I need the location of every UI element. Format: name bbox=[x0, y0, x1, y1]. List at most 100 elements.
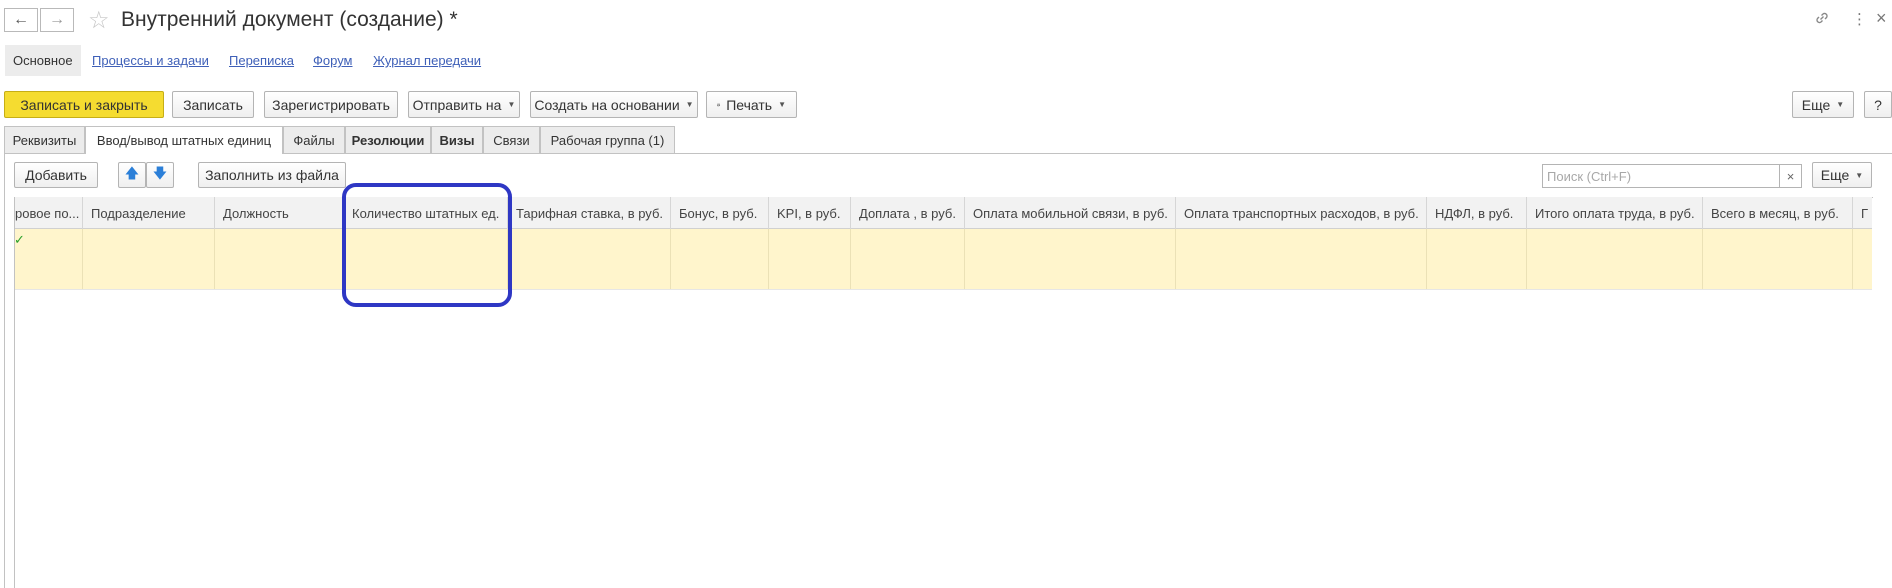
table-cell[interactable] bbox=[15, 229, 83, 289]
tab-separator bbox=[4, 153, 1892, 154]
table-cell[interactable] bbox=[215, 229, 344, 289]
row-separator bbox=[15, 289, 1872, 290]
print-label: Печать bbox=[726, 96, 773, 113]
dropdown-caret-icon: ▼ bbox=[685, 100, 694, 109]
tab-work-group[interactable]: Рабочая группа (1) bbox=[540, 126, 675, 153]
fill-from-file-label: Заполнить из файла bbox=[205, 167, 339, 183]
column-header[interactable]: Бонус, в руб. bbox=[671, 197, 769, 229]
add-label: Добавить bbox=[25, 167, 87, 183]
printer-icon bbox=[717, 103, 720, 106]
table-cell[interactable] bbox=[1527, 229, 1703, 289]
clear-search-button[interactable]: × bbox=[1780, 164, 1802, 188]
column-label: ровое по... bbox=[15, 205, 80, 221]
table-cell[interactable] bbox=[508, 229, 671, 289]
table-cell[interactable] bbox=[851, 229, 965, 289]
panel-border bbox=[4, 153, 5, 588]
column-header[interactable]: Г bbox=[1853, 197, 1872, 229]
dropdown-caret-icon: ▼ bbox=[507, 100, 516, 109]
move-down-button[interactable]: 🡇 bbox=[146, 162, 174, 188]
table-cell[interactable] bbox=[1703, 229, 1853, 289]
section-transfer-log[interactable]: Журнал передачи bbox=[373, 53, 481, 68]
save-label: Записать bbox=[183, 96, 243, 113]
column-header[interactable]: НДФЛ, в руб. bbox=[1427, 197, 1527, 229]
table-more-button[interactable]: Еще ▼ bbox=[1812, 162, 1872, 188]
section-main[interactable]: Основное bbox=[5, 45, 81, 76]
column-header[interactable]: Тарифная ставка, в руб. bbox=[508, 197, 671, 229]
link-icon[interactable] bbox=[1814, 10, 1830, 30]
section-forum[interactable]: Форум bbox=[313, 53, 353, 68]
tab-label: Связи bbox=[493, 132, 530, 148]
column-header[interactable]: Итого оплата труда, в руб. bbox=[1527, 197, 1703, 229]
tab-links[interactable]: Связи bbox=[483, 126, 540, 153]
register-button[interactable]: Зарегистрировать bbox=[264, 91, 398, 118]
table-cell[interactable] bbox=[1853, 229, 1872, 289]
column-label: Должность bbox=[223, 205, 289, 221]
create-based-on-button[interactable]: Создать на основании ▼ bbox=[530, 91, 698, 118]
table-cell[interactable] bbox=[769, 229, 851, 289]
tab-resolutions[interactable]: Резолюции bbox=[345, 126, 431, 153]
send-to-button[interactable]: Отправить на ▼ bbox=[408, 91, 520, 118]
column-label: Бонус, в руб. bbox=[679, 205, 758, 221]
column-header[interactable]: ровое по... bbox=[15, 197, 83, 229]
column-label: НДФЛ, в руб. bbox=[1435, 205, 1514, 221]
close-icon[interactable]: × bbox=[1876, 8, 1887, 29]
column-header[interactable]: Подразделение bbox=[83, 197, 215, 229]
tab-visas[interactable]: Визы bbox=[431, 126, 483, 153]
favorite-star-icon[interactable]: ☆ bbox=[88, 6, 110, 35]
tab-label: Реквизиты bbox=[12, 132, 77, 148]
column-header[interactable]: KPI, в руб. bbox=[769, 197, 851, 229]
help-label: ? bbox=[1874, 96, 1882, 113]
tab-files[interactable]: Файлы bbox=[283, 126, 345, 153]
arrow-right-icon: → bbox=[49, 11, 65, 28]
row-checkmark-icon: ✓ bbox=[14, 232, 25, 247]
table-cell[interactable] bbox=[344, 229, 508, 289]
move-up-button[interactable]: 🡅 bbox=[118, 162, 146, 188]
help-button[interactable]: ? bbox=[1864, 91, 1892, 118]
more-button[interactable]: Еще ▼ bbox=[1792, 91, 1854, 118]
column-label: Доплата , в руб. bbox=[859, 205, 956, 221]
column-label: Оплата транспортных расходов, в руб. bbox=[1184, 205, 1419, 221]
tab-staff-units[interactable]: Ввод/вывод штатных единиц bbox=[85, 126, 283, 154]
column-header[interactable]: Доплата , в руб. bbox=[851, 197, 965, 229]
column-header[interactable]: Должность bbox=[215, 197, 344, 229]
arrow-down-icon: 🡇 bbox=[152, 165, 168, 181]
search-input[interactable] bbox=[1542, 164, 1780, 188]
dropdown-caret-icon: ▼ bbox=[778, 100, 786, 109]
table-cell[interactable] bbox=[965, 229, 1176, 289]
column-label: KPI, в руб. bbox=[777, 205, 841, 221]
tab-label: Рабочая группа (1) bbox=[550, 132, 665, 148]
column-header[interactable]: Оплата транспортных расходов, в руб. bbox=[1176, 197, 1427, 229]
table-cell[interactable] bbox=[671, 229, 769, 289]
column-header[interactable]: Всего в месяц, в руб. bbox=[1703, 197, 1853, 229]
save-and-close-label: Записать и закрыть bbox=[20, 96, 148, 113]
page-title: Внутренний документ (создание) * bbox=[121, 8, 458, 31]
section-correspondence[interactable]: Переписка bbox=[229, 53, 294, 68]
table-cell[interactable] bbox=[1427, 229, 1527, 289]
column-header[interactable]: Оплата мобильной связи, в руб. bbox=[965, 197, 1176, 229]
table-cell[interactable] bbox=[1176, 229, 1427, 289]
add-button[interactable]: Добавить bbox=[14, 162, 98, 188]
create-based-on-label: Создать на основании bbox=[534, 96, 680, 113]
section-processes[interactable]: Процессы и задачи bbox=[92, 53, 209, 68]
arrow-up-icon: 🡅 bbox=[124, 165, 140, 181]
more-actions-icon[interactable]: ⋮ bbox=[1852, 10, 1867, 28]
column-label: Итого оплата труда, в руб. bbox=[1535, 205, 1695, 221]
forward-button[interactable]: → bbox=[40, 8, 74, 32]
dropdown-caret-icon: ▼ bbox=[1855, 170, 1864, 180]
table-more-label: Еще bbox=[1820, 167, 1850, 183]
column-label: Подразделение bbox=[91, 205, 186, 221]
column-label: Всего в месяц, в руб. bbox=[1711, 205, 1839, 221]
print-button[interactable]: Печать ▼ bbox=[706, 91, 797, 118]
save-and-close-button[interactable]: Записать и закрыть bbox=[4, 91, 164, 118]
tab-requisites[interactable]: Реквизиты bbox=[4, 126, 85, 153]
send-to-label: Отправить на bbox=[412, 96, 502, 113]
register-label: Зарегистрировать bbox=[272, 96, 390, 113]
save-button[interactable]: Записать bbox=[172, 91, 254, 118]
fill-from-file-button[interactable]: Заполнить из файла bbox=[198, 162, 346, 188]
column-label: Количество штатных ед. bbox=[352, 205, 500, 221]
column-header[interactable]: Количество штатных ед. bbox=[344, 197, 508, 229]
table-cell[interactable] bbox=[83, 229, 215, 289]
back-button[interactable]: ← bbox=[4, 8, 38, 32]
column-label: Оплата мобильной связи, в руб. bbox=[973, 205, 1168, 221]
tab-label: Резолюции bbox=[351, 132, 425, 148]
